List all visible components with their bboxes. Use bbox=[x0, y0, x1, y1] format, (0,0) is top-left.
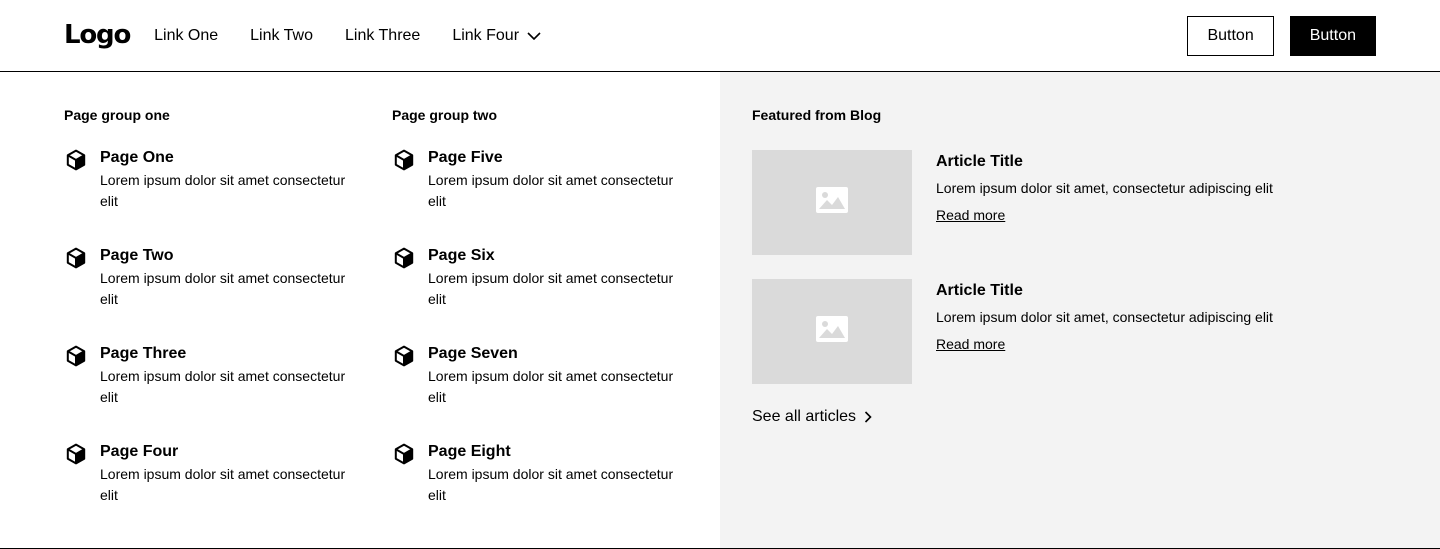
page-description: Lorem ipsum dolor sit amet consectetur e… bbox=[100, 368, 346, 405]
cube-icon bbox=[64, 442, 88, 466]
page-groups: Page group one Page One Lorem ipsum dolo… bbox=[0, 72, 720, 548]
nav-actions: Button Button bbox=[1187, 15, 1376, 56]
article-card: Article Title Lorem ipsum dolor sit amet… bbox=[752, 279, 1408, 384]
page-group-two: Page group two Page Five Lorem ipsum dol… bbox=[392, 108, 720, 548]
cube-icon bbox=[64, 148, 88, 172]
nav-left: Logo Link One Link Two Link Three Link F… bbox=[64, 20, 541, 50]
see-all-label: See all articles bbox=[752, 408, 857, 425]
cube-icon bbox=[392, 442, 416, 466]
nav-link-label: Link Four bbox=[452, 26, 520, 44]
nav-link-three[interactable]: Link Three bbox=[345, 27, 420, 45]
secondary-button[interactable]: Button bbox=[1187, 15, 1274, 56]
see-all-articles-link[interactable]: See all articles bbox=[752, 408, 872, 426]
read-more-link[interactable]: Read more bbox=[936, 207, 1005, 223]
nav-link-four-dropdown[interactable]: Link Four bbox=[452, 27, 541, 45]
page-title: Page Five bbox=[428, 149, 503, 166]
page-item-three[interactable]: Page Three Lorem ipsum dolor sit amet co… bbox=[64, 344, 392, 442]
navbar: Logo Link One Link Two Link Three Link F… bbox=[0, 0, 1440, 72]
article-description: Lorem ipsum dolor sit amet, consectetur … bbox=[936, 309, 1273, 325]
page-item-five[interactable]: Page Five Lorem ipsum dolor sit amet con… bbox=[392, 148, 720, 246]
page-item-text: Page One Lorem ipsum dolor sit amet cons… bbox=[100, 148, 358, 212]
page-description: Lorem ipsum dolor sit amet consectetur e… bbox=[100, 270, 346, 307]
page-item-text: Page Eight Lorem ipsum dolor sit amet co… bbox=[428, 442, 686, 506]
blog-panel: Featured from Blog Article Title Lorem i… bbox=[720, 72, 1440, 548]
page-description: Lorem ipsum dolor sit amet consectetur e… bbox=[428, 172, 674, 209]
article-title[interactable]: Article Title bbox=[936, 151, 1273, 173]
page-item-text: Page Seven Lorem ipsum dolor sit amet co… bbox=[428, 344, 686, 408]
nav-link-label: Link One bbox=[154, 26, 219, 44]
nav-link-two[interactable]: Link Two bbox=[250, 27, 313, 45]
page-item-seven[interactable]: Page Seven Lorem ipsum dolor sit amet co… bbox=[392, 344, 720, 442]
read-more-link[interactable]: Read more bbox=[936, 336, 1005, 352]
page-description: Lorem ipsum dolor sit amet consectetur e… bbox=[428, 270, 674, 307]
page-description: Lorem ipsum dolor sit amet consectetur e… bbox=[428, 466, 674, 503]
logo[interactable]: Logo bbox=[64, 20, 131, 50]
cube-icon bbox=[64, 344, 88, 368]
image-icon bbox=[816, 187, 848, 218]
page-title: Page One bbox=[100, 149, 174, 166]
page-title: Page Four bbox=[100, 443, 179, 460]
image-icon bbox=[816, 316, 848, 347]
page-description: Lorem ipsum dolor sit amet consectetur e… bbox=[100, 172, 346, 209]
page-item-eight[interactable]: Page Eight Lorem ipsum dolor sit amet co… bbox=[392, 442, 720, 540]
page-item-two[interactable]: Page Two Lorem ipsum dolor sit amet cons… bbox=[64, 246, 392, 344]
page-item-text: Page Five Lorem ipsum dolor sit amet con… bbox=[428, 148, 686, 212]
chevron-right-icon bbox=[864, 411, 872, 423]
page-item-four[interactable]: Page Four Lorem ipsum dolor sit amet con… bbox=[64, 442, 392, 540]
cube-icon bbox=[392, 148, 416, 172]
article-image-placeholder[interactable] bbox=[752, 150, 912, 255]
article-title[interactable]: Article Title bbox=[936, 280, 1273, 302]
page-description: Lorem ipsum dolor sit amet consectetur e… bbox=[428, 368, 674, 405]
nav-link-label: Link Two bbox=[250, 26, 314, 44]
page-title: Page Eight bbox=[428, 443, 511, 460]
article-text: Article Title Lorem ipsum dolor sit amet… bbox=[936, 279, 1273, 354]
primary-button[interactable]: Button bbox=[1289, 15, 1376, 56]
page-title: Page Six bbox=[428, 247, 495, 264]
blog-panel-title: Featured from Blog bbox=[752, 107, 882, 123]
article-card: Article Title Lorem ipsum dolor sit amet… bbox=[752, 150, 1408, 255]
page-description: Lorem ipsum dolor sit amet consectetur e… bbox=[100, 466, 346, 503]
page-item-text: Page Six Lorem ipsum dolor sit amet cons… bbox=[428, 246, 686, 310]
page-item-text: Page Four Lorem ipsum dolor sit amet con… bbox=[100, 442, 358, 506]
article-image-placeholder[interactable] bbox=[752, 279, 912, 384]
page-item-text: Page Two Lorem ipsum dolor sit amet cons… bbox=[100, 246, 358, 310]
page-item-text: Page Three Lorem ipsum dolor sit amet co… bbox=[100, 344, 358, 408]
nav-link-label: Link Three bbox=[345, 26, 421, 44]
article-description: Lorem ipsum dolor sit amet, consectetur … bbox=[936, 180, 1273, 196]
group-title: Page group two bbox=[392, 107, 497, 123]
article-text: Article Title Lorem ipsum dolor sit amet… bbox=[936, 150, 1273, 225]
chevron-down-icon bbox=[527, 31, 541, 40]
cube-icon bbox=[392, 344, 416, 368]
page-title: Page Three bbox=[100, 345, 187, 362]
page-item-one[interactable]: Page One Lorem ipsum dolor sit amet cons… bbox=[64, 148, 392, 246]
mega-menu: Page group one Page One Lorem ipsum dolo… bbox=[0, 72, 1440, 549]
page-title: Page Seven bbox=[428, 345, 518, 362]
group-title: Page group one bbox=[64, 107, 170, 123]
cube-icon bbox=[64, 246, 88, 270]
page-group-one: Page group one Page One Lorem ipsum dolo… bbox=[64, 108, 392, 548]
page-item-six[interactable]: Page Six Lorem ipsum dolor sit amet cons… bbox=[392, 246, 720, 344]
cube-icon bbox=[392, 246, 416, 270]
page-title: Page Two bbox=[100, 247, 174, 264]
nav-link-one[interactable]: Link One bbox=[154, 27, 218, 45]
